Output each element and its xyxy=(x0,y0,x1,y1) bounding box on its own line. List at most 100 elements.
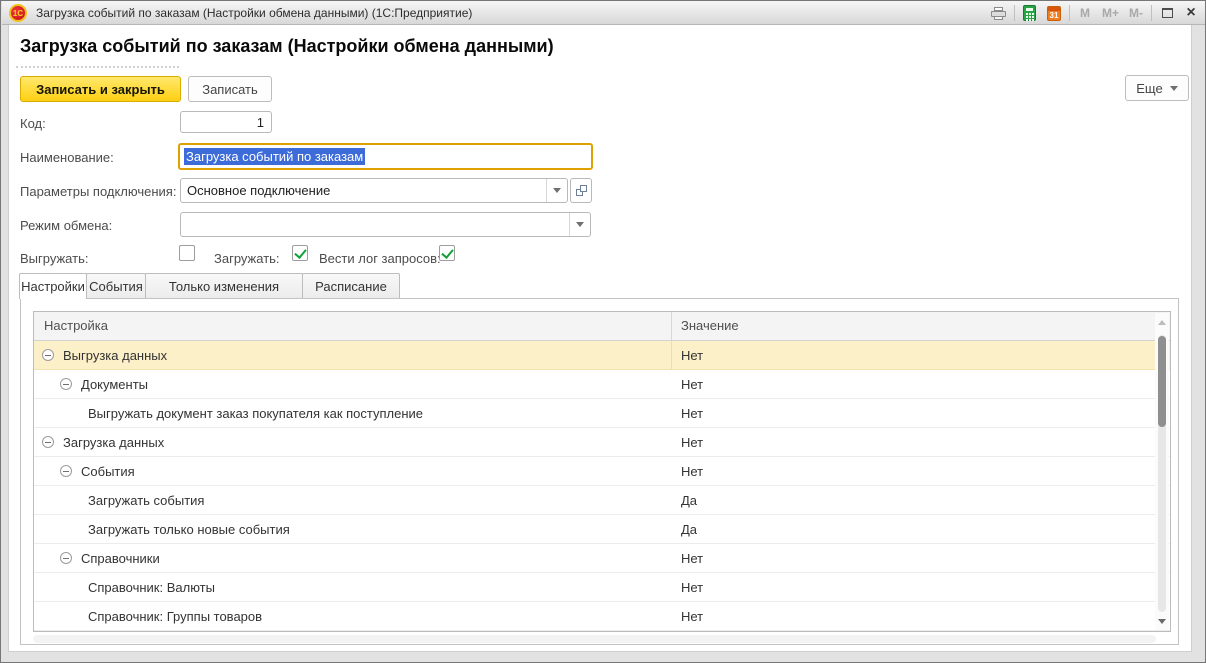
table-row[interactable]: СправочникиНет xyxy=(34,544,1170,573)
scroll-up-icon[interactable] xyxy=(1158,320,1166,325)
code-input[interactable]: 1 xyxy=(180,111,272,133)
tab-changes-only[interactable]: Только изменения xyxy=(145,273,303,298)
mode-dropdown-button[interactable] xyxy=(569,213,590,236)
settings-panel: Настройка Значение Выгрузка данныхНетДок… xyxy=(20,298,1179,645)
selected-text: Загрузка событий по заказам xyxy=(184,148,365,165)
titlebar-separator xyxy=(1069,5,1070,21)
maximize-button[interactable] xyxy=(1158,3,1176,23)
more-button[interactable]: Еще xyxy=(1125,75,1189,101)
setting-name: Справочник: Группы товаров xyxy=(88,609,262,624)
setting-cell: Справочники xyxy=(34,544,671,572)
app-window: 1С Загрузка событий по заказам (Настройк… xyxy=(0,0,1206,663)
mode-select[interactable] xyxy=(180,212,591,237)
name-input[interactable]: Загрузка событий по заказам xyxy=(178,143,593,170)
collapse-minus-icon[interactable] xyxy=(42,436,54,448)
setting-name: Загружать только новые события xyxy=(88,522,290,537)
more-button-label: Еще xyxy=(1136,81,1162,96)
setting-name: События xyxy=(81,464,135,479)
table-row[interactable]: События Нет xyxy=(34,457,1170,486)
setting-value: Нет xyxy=(671,602,703,630)
tab-events[interactable]: События xyxy=(86,273,146,298)
setting-cell: Загрузка данных xyxy=(34,428,671,456)
setting-cell: Выгрузка данных xyxy=(34,341,671,369)
setting-value: Нет xyxy=(671,573,703,601)
titlebar-separator xyxy=(1151,5,1152,21)
code-label: Код: xyxy=(20,116,46,131)
table-row[interactable]: Загрузка данных Нет xyxy=(34,428,1170,457)
table-row[interactable]: Загружать события Да xyxy=(34,486,1170,515)
setting-name: Выгрузка данных xyxy=(63,348,167,363)
setting-value: Нет xyxy=(671,544,703,572)
setting-value: Да xyxy=(671,515,697,543)
setting-cell: Загружать события xyxy=(34,486,671,514)
calculator-button[interactable] xyxy=(1021,3,1039,23)
connection-value: Основное подключение xyxy=(181,183,546,198)
close-icon: × xyxy=(1186,5,1195,21)
table-row[interactable]: Загружать только новые события Да xyxy=(34,515,1170,544)
close-button[interactable]: × xyxy=(1182,3,1200,23)
scroll-down-icon[interactable] xyxy=(1158,619,1166,624)
setting-value: Нет xyxy=(671,457,703,485)
chevron-down-icon xyxy=(553,188,561,193)
memory-m-minus-button[interactable]: М- xyxy=(1127,3,1145,23)
memory-m-plus-button[interactable]: М+ xyxy=(1100,3,1121,23)
scrollbar-thumb[interactable] xyxy=(1158,336,1166,427)
setting-value: Нет xyxy=(671,341,703,369)
chevron-down-icon xyxy=(1170,86,1178,91)
name-label: Наименование: xyxy=(20,150,114,165)
tab-settings[interactable]: Настройки xyxy=(19,273,87,299)
export-label: Выгружать: xyxy=(20,251,88,266)
connection-select[interactable]: Основное подключение xyxy=(180,178,568,203)
connection-open-button[interactable] xyxy=(570,178,592,203)
title-underline xyxy=(16,66,179,68)
setting-cell: Справочник: Группы товаров xyxy=(34,602,671,630)
form-content: Загрузка событий по заказам (Настройки о… xyxy=(8,25,1192,652)
vertical-scrollbar[interactable] xyxy=(1155,313,1169,630)
connection-dropdown-button[interactable] xyxy=(546,179,567,202)
setting-name: Загрузка данных xyxy=(63,435,164,450)
column-header-setting: Настройка xyxy=(44,318,108,333)
settings-table: Настройка Значение Выгрузка данныхНетДок… xyxy=(33,311,1171,632)
setting-cell: Документы xyxy=(34,370,671,398)
horizontal-scrollbar[interactable] xyxy=(33,635,1156,643)
memory-m-button[interactable]: М xyxy=(1076,3,1094,23)
tab-schedule[interactable]: Расписание xyxy=(302,273,400,298)
query-log-label: Вести лог запросов: xyxy=(319,251,441,266)
print-button[interactable] xyxy=(990,3,1008,23)
printer-icon xyxy=(991,7,1007,20)
setting-cell: Выгружать документ заказ покупателя как … xyxy=(34,399,671,427)
save-button[interactable]: Записать xyxy=(188,76,272,102)
import-checkbox[interactable] xyxy=(292,245,308,261)
window-titlebar: 1С Загрузка событий по заказам (Настройк… xyxy=(2,1,1206,25)
setting-value: Да xyxy=(671,486,697,514)
setting-cell: Справочник: Валюты xyxy=(34,573,671,601)
collapse-minus-icon[interactable] xyxy=(42,349,54,361)
page-title: Загрузка событий по заказам (Настройки о… xyxy=(20,36,554,57)
open-form-icon xyxy=(576,185,587,196)
titlebar-separator xyxy=(1014,5,1015,21)
export-checkbox[interactable] xyxy=(179,245,195,261)
collapse-minus-icon[interactable] xyxy=(60,465,72,477)
query-log-checkbox[interactable] xyxy=(439,245,455,261)
save-and-close-button[interactable]: Записать и закрыть xyxy=(20,76,181,102)
setting-value: Нет xyxy=(671,399,703,427)
table-header[interactable]: Настройка Значение xyxy=(34,312,1170,341)
column-header-value: Значение xyxy=(681,318,739,333)
setting-cell: Загружать только новые события xyxy=(34,515,671,543)
table-row[interactable]: Справочник: Валюты Нет xyxy=(34,573,1170,602)
table-row[interactable]: Справочник: Группы товаров Нет xyxy=(34,602,1170,631)
setting-value: Нет xyxy=(671,428,703,456)
setting-name: Загружать события xyxy=(88,493,204,508)
calendar-button[interactable]: 31 xyxy=(1045,3,1063,23)
setting-name: Справочник: Валюты xyxy=(88,580,215,595)
table-row[interactable]: ДокументыНет xyxy=(34,370,1170,399)
setting-value: Нет xyxy=(671,370,703,398)
table-row[interactable]: Выгрузка данных Нет xyxy=(34,341,1170,370)
setting-name: Выгружать документ заказ покупателя как … xyxy=(88,406,423,421)
setting-cell: События xyxy=(34,457,671,485)
table-row[interactable]: Выгружать документ заказ покупателя как … xyxy=(34,399,1170,428)
collapse-minus-icon[interactable] xyxy=(60,552,72,564)
calculator-icon xyxy=(1023,5,1036,21)
1c-logo-icon: 1С xyxy=(9,4,27,22)
collapse-minus-icon[interactable] xyxy=(60,378,72,390)
